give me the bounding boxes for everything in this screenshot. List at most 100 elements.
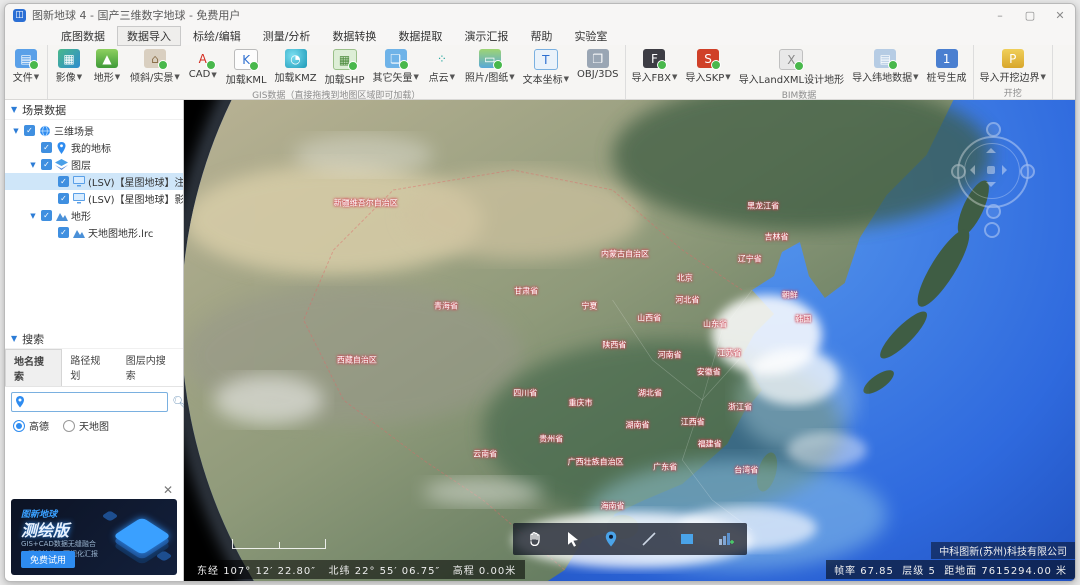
ad-illustration [125, 519, 159, 553]
radio-天地图[interactable]: 天地图 [63, 418, 109, 433]
globe-viewport[interactable]: 新疆维吾尔自治区西藏自治区青海省甘肃省宁夏内蒙古自治区黑龙江省吉林省辽宁省北京河… [184, 100, 1075, 581]
tree-checkbox[interactable]: ✓ [41, 159, 52, 170]
ribbon-button-OBJ/3DS[interactable]: ❐OBJ/3DS [573, 48, 622, 81]
tree-item-label: 地形 [71, 208, 91, 223]
radio-高德[interactable]: 高德 [13, 418, 49, 433]
ribbon-button-桩号生成[interactable]: 1桩号生成 [923, 48, 971, 85]
map-label-西藏自治区: 西藏自治区 [337, 354, 377, 365]
menu-item-测量/分析[interactable]: 测量/分析 [253, 26, 321, 46]
tree-item-(LSV)【星图地球】影像_by测绘...[interactable]: ✓(LSV)【星图地球】影像_by测绘... [5, 190, 183, 207]
tree-item-(LSV)【星图地球】注记_by测绘...[interactable]: ✓(LSV)【星图地球】注记_by测绘... [5, 173, 183, 190]
tree-item-label: 图层 [71, 157, 91, 172]
stats-chart-icon[interactable] [715, 529, 735, 549]
ribbon-button-倾斜/实景[interactable]: ⌂倾斜/实景▼ [126, 48, 184, 85]
kml-icon: K [234, 49, 258, 70]
ribbon-button-加载KML[interactable]: K加载KML [222, 48, 271, 87]
search-header[interactable]: ▼ 搜索 [5, 329, 183, 349]
pan-up-arrow-icon[interactable] [986, 148, 996, 153]
pan-hand-icon[interactable] [525, 529, 545, 549]
weidi-icon: ▤ [874, 49, 896, 68]
kmz-icon: ◔ [285, 49, 307, 68]
tree-checkbox[interactable]: ✓ [41, 142, 52, 153]
ribbon-button-文件[interactable]: ▤文件▼ [7, 48, 45, 85]
pan-down-arrow-icon[interactable] [986, 182, 996, 187]
ribbon-button-CAD[interactable]: ACAD▼ [184, 48, 222, 81]
map-label-江西省: 江西省 [681, 417, 705, 428]
tree-checkbox[interactable]: ✓ [41, 210, 52, 221]
ribbon-button-label: 导入开挖边界▼ [980, 69, 1046, 84]
map-label-北京: 北京 [677, 272, 693, 283]
pan-right-arrow-icon[interactable] [1002, 165, 1007, 175]
oblique-icon: ⌂ [144, 49, 166, 68]
minimize-button[interactable]: – [985, 4, 1015, 26]
menu-item-数据导入[interactable]: 数据导入 [117, 26, 181, 46]
menu-item-数据转换[interactable]: 数据转换 [322, 26, 386, 46]
ribbon-button-文本坐标[interactable]: T文本坐标▼ [519, 48, 573, 87]
shp-icon: ▦ [333, 49, 357, 70]
pointcloud-icon: ⁘ [431, 49, 453, 68]
tree-checkbox[interactable]: ✓ [58, 193, 69, 204]
chevron-down-icon: ▼ [1041, 73, 1046, 81]
pan-left-arrow-icon[interactable] [970, 165, 975, 175]
tree-item-天地图地形.lrc[interactable]: ✓天地图地形.lrc [5, 224, 183, 241]
tree-item-我的地标[interactable]: ✓我的地标 [5, 139, 183, 156]
ribbon-button-导入纬地数据[interactable]: ▤导入纬地数据▼ [848, 48, 922, 85]
ribbon-button-导入SKP[interactable]: S导入SKP▼ [681, 48, 734, 85]
tree-expander-icon[interactable]: ▼ [28, 161, 38, 169]
measure-line-icon[interactable] [639, 529, 659, 549]
zoom-knob[interactable] [984, 222, 1000, 238]
render-status: 帧率 67.85 层级 5 距地面 7615294.00 米 [826, 560, 1075, 579]
search-tab-图层内搜索[interactable]: 图层内搜索 [118, 349, 183, 386]
close-button[interactable]: ✕ [1045, 4, 1075, 26]
ribbon-button-地形[interactable]: ▲地形▼ [88, 48, 126, 85]
search-tab-路径规划[interactable]: 路径规划 [62, 349, 117, 386]
ribbon-button-其它矢量[interactable]: ❏其它矢量▼ [368, 48, 422, 85]
ribbon-button-导入LandXML设计地形[interactable]: X导入LandXML设计地形 [735, 48, 848, 87]
menu-item-标绘/编辑[interactable]: 标绘/编辑 [183, 26, 251, 46]
ribbon-button-label: 加载KML [226, 71, 267, 86]
tree-checkbox[interactable]: ✓ [58, 176, 69, 187]
ribbon-button-加载SHP[interactable]: ▦加载SHP [321, 48, 369, 87]
tree-item-图层[interactable]: ▼✓ 图层 [5, 156, 183, 173]
ad-close-icon[interactable]: ✕ [163, 483, 173, 497]
map-label-福建省: 福建省 [698, 438, 722, 449]
map-label-吉林省: 吉林省 [765, 232, 789, 243]
menu-item-底图数据[interactable]: 底图数据 [51, 26, 115, 46]
tree-expander-icon[interactable]: ▼ [28, 212, 38, 220]
menu-item-数据提取[interactable]: 数据提取 [388, 26, 452, 46]
menu-bar: 底图数据数据导入标绘/编辑测量/分析数据转换数据提取演示汇报帮助实验室 [5, 26, 1075, 45]
ribbon-button-label: CAD▼ [189, 69, 217, 80]
map-label-黑龙江省: 黑龙江省 [747, 200, 779, 211]
tree-checkbox[interactable]: ✓ [58, 227, 69, 238]
navigation-compass[interactable] [951, 122, 1035, 254]
search-input[interactable] [28, 396, 164, 409]
draw-rectangle-icon[interactable] [677, 529, 697, 549]
maximize-button[interactable]: ▢ [1015, 4, 1045, 26]
search-tab-地名搜索[interactable]: 地名搜索 [5, 349, 62, 386]
promo-banner[interactable]: 图新地球 测绘版 GIS+CAD数据无缝融合 工程设计施工可视化汇报 免费试用 [11, 499, 177, 575]
ribbon-button-导入FBX[interactable]: F导入FBX▼ [628, 48, 682, 85]
ribbon-button-加载KMZ[interactable]: ◔加载KMZ [271, 48, 321, 85]
select-cursor-icon[interactable] [563, 529, 583, 549]
ribbon-button-label: 导入SKP▼ [685, 69, 730, 84]
menu-item-实验室[interactable]: 实验室 [564, 26, 617, 46]
chevron-down-icon: ▼ [115, 73, 120, 81]
tree-expander-icon[interactable]: ▼ [11, 127, 21, 135]
menu-item-帮助[interactable]: 帮助 [520, 26, 562, 46]
scene-data-header[interactable]: ▼ 场景数据 [5, 100, 183, 120]
menu-item-演示汇报[interactable]: 演示汇报 [454, 26, 518, 46]
map-label-韩国: 韩国 [795, 313, 811, 324]
mountain-icon [55, 210, 68, 222]
map-label-青海省: 青海省 [434, 300, 458, 311]
ribbon-button-照片/图纸[interactable]: ▭照片/图纸▼ [461, 48, 519, 85]
ribbon-button-点云[interactable]: ⁘点云▼ [423, 48, 461, 85]
tree-item-地形[interactable]: ▼✓ 地形 [5, 207, 183, 224]
tree-checkbox[interactable]: ✓ [24, 125, 35, 136]
ribbon-button-影像[interactable]: ▦影像▼ [50, 48, 88, 85]
excavate-icon: P [1002, 49, 1024, 68]
tree-item-三维场景[interactable]: ▼✓三维场景 [5, 122, 183, 139]
ribbon-button-导入开挖边界[interactable]: P导入开挖边界▼ [976, 48, 1050, 85]
map-label-海南省: 海南省 [601, 501, 625, 512]
place-pin-icon[interactable] [601, 529, 621, 549]
ad-cta-button[interactable]: 免费试用 [21, 551, 75, 568]
